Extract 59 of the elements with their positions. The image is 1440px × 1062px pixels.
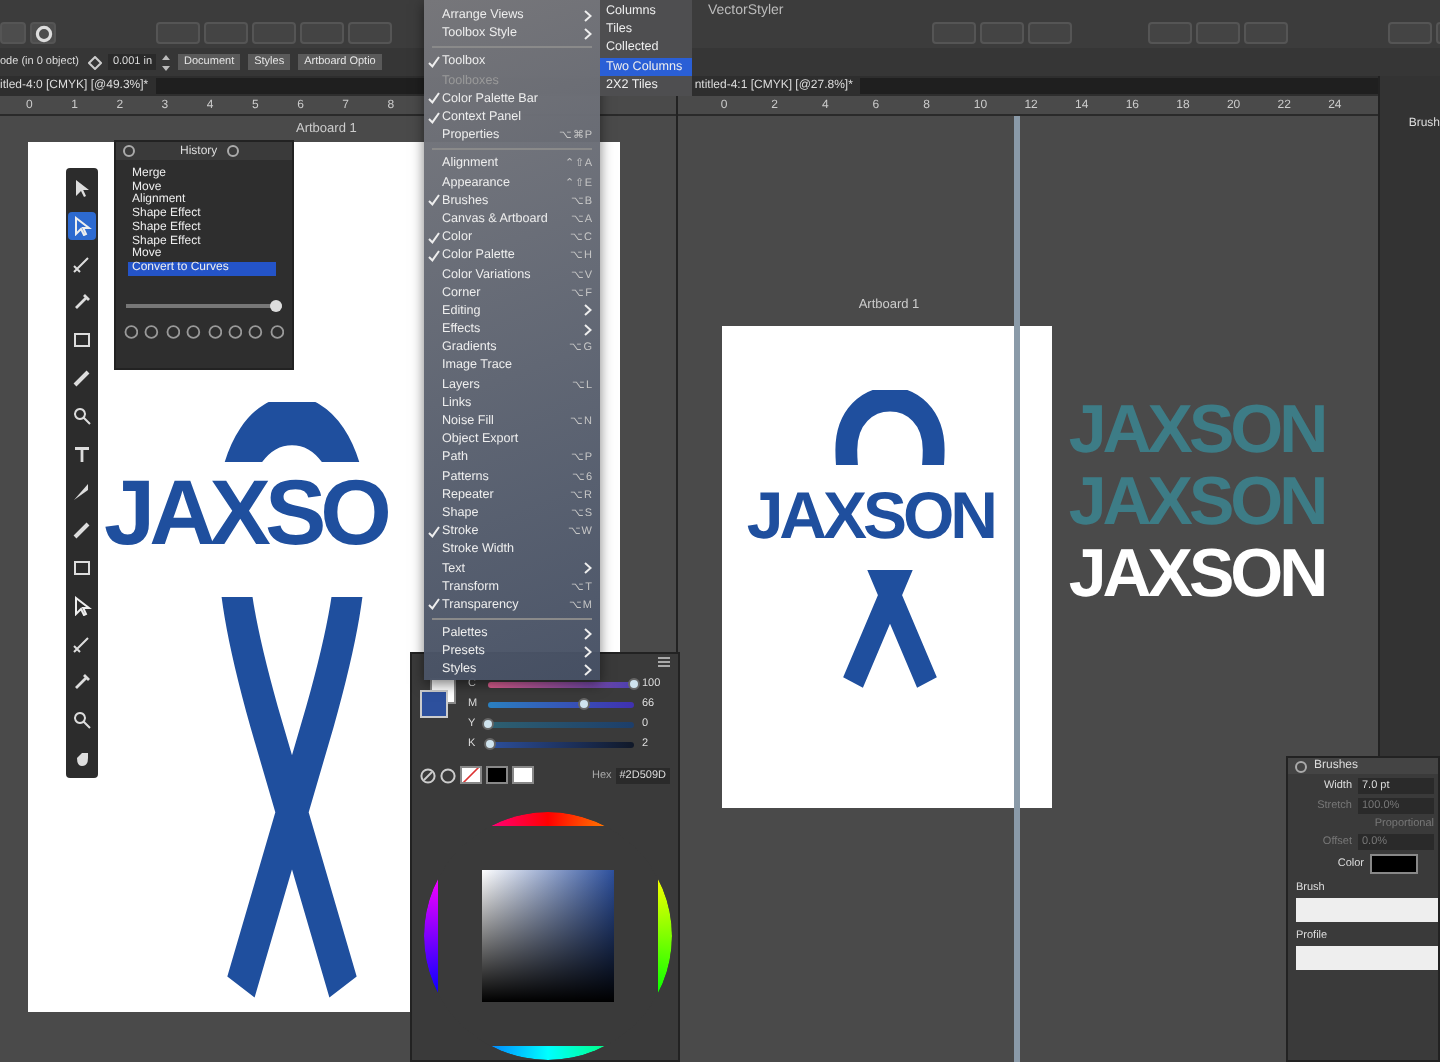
tool-button[interactable] (68, 706, 96, 734)
rectangle-icon (72, 330, 92, 350)
slider-thumb[interactable] (628, 677, 640, 689)
slider-thumb[interactable] (270, 299, 282, 312)
logo-text: JAXSON (1068, 540, 1325, 608)
none-swatch[interactable] (460, 766, 482, 784)
pointer-icon (72, 178, 92, 198)
stepper-icon[interactable] (162, 53, 171, 71)
rectangle-icon (72, 558, 92, 578)
check-icon (428, 598, 440, 611)
settings-icon (33, 23, 53, 43)
magnifier-icon (72, 406, 92, 426)
brush-icon (72, 368, 92, 388)
preset-swatch[interactable] (486, 766, 508, 784)
check-icon (428, 55, 440, 68)
text-tool-icon (72, 444, 92, 464)
circle-icon[interactable] (165, 323, 181, 340)
settings-button[interactable] (30, 22, 56, 44)
gear-icon[interactable] (122, 144, 136, 158)
chevron-right-icon (584, 562, 592, 575)
slider-thumb[interactable] (578, 697, 591, 709)
diamond-icon (88, 55, 103, 69)
circle-icon[interactable] (227, 323, 243, 340)
circle-icon[interactable] (186, 323, 201, 340)
circle-icon[interactable] (269, 323, 284, 340)
tool-button[interactable] (68, 402, 96, 430)
brush-icon (72, 520, 92, 540)
circle-icon[interactable] (144, 323, 160, 340)
color-swatch[interactable] (1370, 854, 1418, 874)
color-slider[interactable] (488, 741, 634, 747)
color-slider[interactable] (488, 721, 634, 727)
logo-text: JAXSON (746, 482, 995, 548)
logo-text: JAXSON (1068, 396, 1325, 464)
logo-text: JAXSON (1068, 468, 1325, 536)
circle-icon[interactable] (207, 323, 222, 340)
slider-thumb[interactable] (482, 717, 494, 729)
color-slider[interactable] (488, 701, 634, 707)
color-square[interactable] (482, 870, 614, 1002)
fill-swatch[interactable] (420, 690, 448, 718)
magnifier-icon (72, 710, 92, 730)
slider-thumb[interactable] (484, 737, 497, 749)
hand-icon (72, 748, 92, 768)
menu-icon[interactable] (656, 654, 672, 670)
node-select-icon (72, 216, 92, 236)
circle-icon[interactable] (440, 767, 456, 783)
check-icon (428, 194, 440, 207)
history-slider[interactable] (126, 303, 282, 308)
circle-icon[interactable] (248, 323, 264, 340)
circle-icon[interactable] (124, 323, 139, 340)
gear-icon[interactable] (1294, 759, 1308, 773)
tool-button[interactable] (68, 212, 96, 240)
preview-box (1296, 946, 1438, 970)
preview-box (1296, 898, 1438, 922)
logo-text: JAXSO (104, 466, 386, 558)
node-select-icon (72, 596, 92, 616)
check-icon (428, 525, 440, 538)
blade-icon (72, 482, 92, 502)
preset-swatch[interactable] (512, 766, 534, 784)
gear-icon[interactable] (225, 144, 240, 158)
